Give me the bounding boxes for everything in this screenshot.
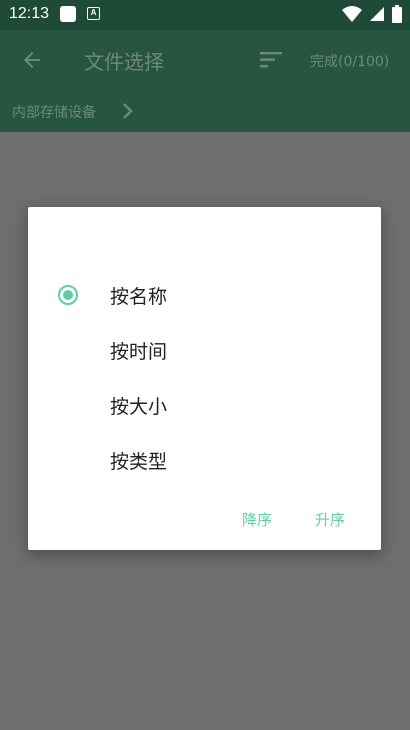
back-arrow-icon[interactable]	[20, 48, 44, 72]
notification-a-icon: A	[87, 7, 100, 20]
sort-option-by-size[interactable]: 按大小	[28, 379, 381, 431]
sort-option-by-time[interactable]: 按时间	[28, 324, 381, 376]
status-icons	[340, 5, 402, 24]
breadcrumb: 内部存储设备	[0, 90, 410, 132]
sort-option-by-type[interactable]: 按类型	[28, 434, 381, 486]
status-bar: 12:13 A	[0, 0, 410, 30]
chevron-right-icon	[123, 103, 133, 119]
option-label: 按名称	[110, 286, 168, 308]
signal-icon	[369, 7, 384, 21]
option-label: 按时间	[110, 341, 168, 363]
ascending-button[interactable]: 升序	[315, 509, 345, 530]
descending-button[interactable]: 降序	[242, 509, 272, 530]
breadcrumb-item-internal-storage[interactable]: 内部存储设备	[12, 102, 96, 122]
sort-dialog: 按名称 按时间 按大小 按类型 降序 升序	[28, 207, 381, 550]
notification-app-icon	[60, 6, 76, 22]
sort-option-by-name[interactable]: 按名称	[28, 269, 381, 321]
done-button[interactable]: 完成(0/100)	[310, 51, 389, 71]
wifi-icon	[341, 6, 362, 22]
option-label: 按大小	[110, 396, 168, 418]
status-time: 12:13	[9, 5, 50, 22]
page-title: 文件选择	[84, 50, 164, 74]
battery-icon	[392, 5, 402, 23]
radio-selected-icon[interactable]	[58, 285, 78, 305]
app-bar: 文件选择 完成(0/100)	[0, 30, 410, 90]
sort-icon[interactable]	[260, 51, 282, 69]
option-label: 按类型	[110, 451, 168, 473]
